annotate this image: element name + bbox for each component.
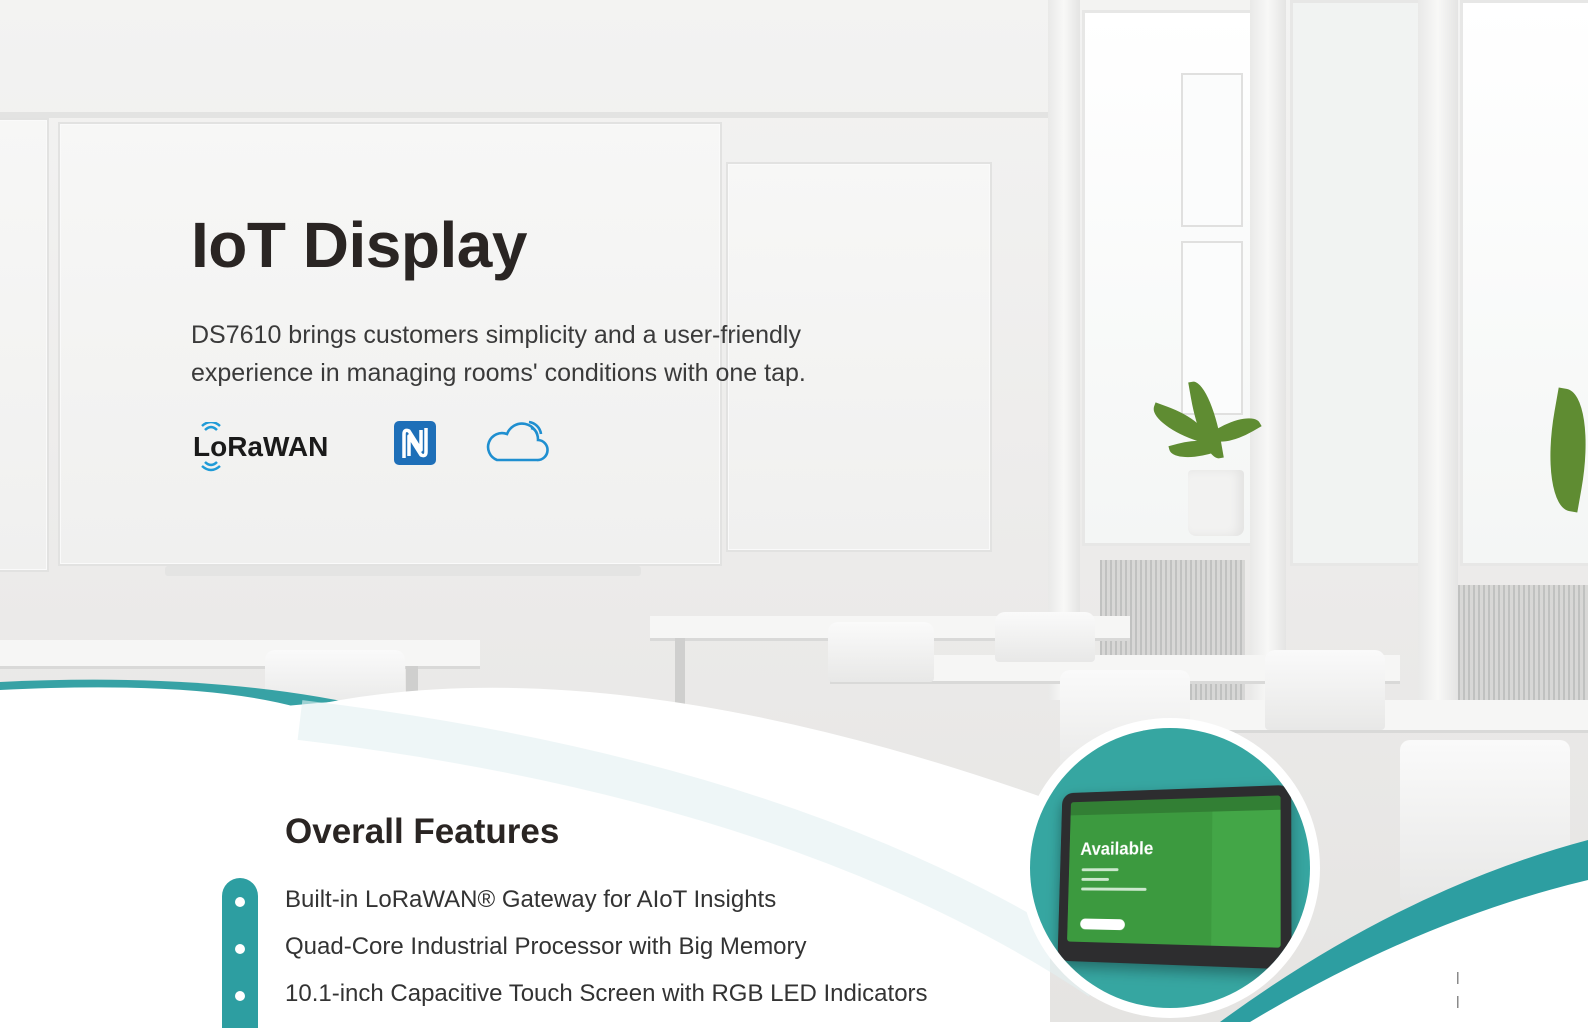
plant-pot bbox=[1188, 470, 1244, 536]
bullet-dot bbox=[235, 944, 245, 954]
window-pane bbox=[1181, 73, 1243, 227]
page-title: IoT Display bbox=[191, 208, 527, 282]
nfc-icon bbox=[393, 420, 437, 466]
device-photo: Available bbox=[1020, 718, 1320, 1018]
screen-text-line bbox=[1081, 888, 1146, 891]
screen-sidebar bbox=[1211, 810, 1280, 948]
feature-item: Built-in LoRaWAN® Gateway for AIoT Insig… bbox=[285, 886, 776, 914]
bullet-dot bbox=[235, 991, 245, 1001]
cloud-icon bbox=[483, 416, 549, 466]
room-status: Available bbox=[1080, 839, 1153, 860]
whiteboard-left bbox=[0, 118, 49, 572]
wall-trim bbox=[0, 112, 1060, 118]
bullet-bar bbox=[222, 878, 258, 1028]
features-heading: Overall Features bbox=[285, 812, 559, 852]
screen-text-line bbox=[1081, 878, 1109, 881]
tablet-screen: Available bbox=[1067, 795, 1281, 947]
page-marks bbox=[1457, 972, 1459, 1012]
bullet-dot bbox=[235, 897, 245, 907]
svg-text:LoRaWAN: LoRaWAN bbox=[193, 431, 328, 462]
pillar bbox=[1418, 0, 1458, 720]
tablet-device: Available bbox=[1057, 785, 1291, 970]
board-tray bbox=[165, 566, 641, 576]
pillar bbox=[1048, 0, 1080, 700]
window-middle bbox=[1290, 0, 1426, 566]
lorawan-logo: LoRaWAN bbox=[193, 422, 353, 472]
feature-item: Quad-Core Industrial Processor with Big … bbox=[285, 933, 807, 961]
chair bbox=[995, 612, 1095, 662]
screen-text-line bbox=[1082, 868, 1119, 871]
device-photo-background: Available bbox=[1030, 728, 1310, 1008]
feature-item: 10.1-inch Capacitive Touch Screen with R… bbox=[285, 980, 928, 1008]
product-description: DS7610 brings customers simplicity and a… bbox=[191, 316, 891, 392]
screen-button bbox=[1080, 918, 1125, 930]
window-left bbox=[1082, 10, 1253, 546]
pillar bbox=[1250, 0, 1286, 700]
